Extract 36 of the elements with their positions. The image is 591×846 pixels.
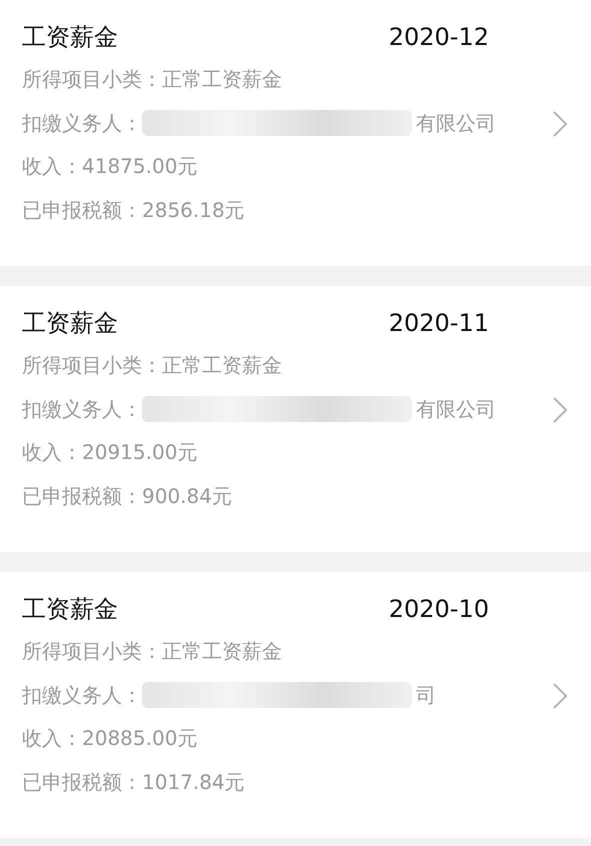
subcategory-value: 正常工资薪金 [162, 66, 282, 94]
payer-label: 扣缴义务人： [22, 682, 142, 709]
tax-label: 已申报税额： [22, 768, 142, 796]
subcategory-label: 所得项目小类： [22, 66, 162, 94]
chevron-right-icon [551, 395, 569, 425]
tax-label: 已申报税额： [22, 196, 142, 224]
income-value: 20915.00元 [82, 439, 198, 466]
payer-value: 有限公司 [416, 110, 496, 137]
subcategory-value: 正常工资薪金 [162, 352, 282, 380]
record-card[interactable]: 工资薪金 2020-10 所得项目小类：正常工资薪金 扣缴义务人： 司 收入：20885.00元 已申报税额：1017.84元 [0, 572, 591, 838]
payer-label: 扣缴义务人： [22, 396, 142, 423]
income-label: 收入： [22, 439, 82, 466]
record-title: 工资薪金 [22, 308, 118, 339]
income-label: 收入： [22, 725, 82, 752]
record-period: 2020-10 [388, 595, 489, 623]
payer-value: 司 [416, 682, 436, 709]
subcategory-value: 正常工资薪金 [162, 638, 282, 666]
subcategory-label: 所得项目小类： [22, 352, 162, 380]
tax-value: 2856.18元 [142, 196, 245, 224]
record-period: 2020-11 [388, 309, 489, 337]
income-value: 41875.00元 [82, 153, 198, 180]
chevron-right-icon [551, 109, 569, 139]
tax-label: 已申报税额： [22, 482, 142, 510]
subcategory-label: 所得项目小类： [22, 638, 162, 666]
payer-label: 扣缴义务人： [22, 110, 142, 137]
tax-value: 1017.84元 [142, 768, 245, 796]
tax-value: 900.84元 [142, 482, 232, 510]
chevron-right-icon [551, 681, 569, 711]
record-title: 工资薪金 [22, 594, 118, 625]
income-value: 20885.00元 [82, 725, 198, 752]
record-title: 工资薪金 [22, 22, 118, 53]
record-card[interactable]: 工资薪金 2020-11 所得项目小类：正常工资薪金 扣缴义务人： 有限公司 收入：20915.00元 已申报税额：900.84元 [0, 286, 591, 552]
record-card[interactable]: 工资薪金 2020-12 所得项目小类：正常工资薪金 扣缴义务人： 有限公司 收入：41875.00元 已申报税额：2856.18元 [0, 0, 591, 266]
record-period: 2020-12 [388, 23, 489, 51]
income-label: 收入： [22, 153, 82, 180]
payer-value: 有限公司 [416, 396, 496, 423]
